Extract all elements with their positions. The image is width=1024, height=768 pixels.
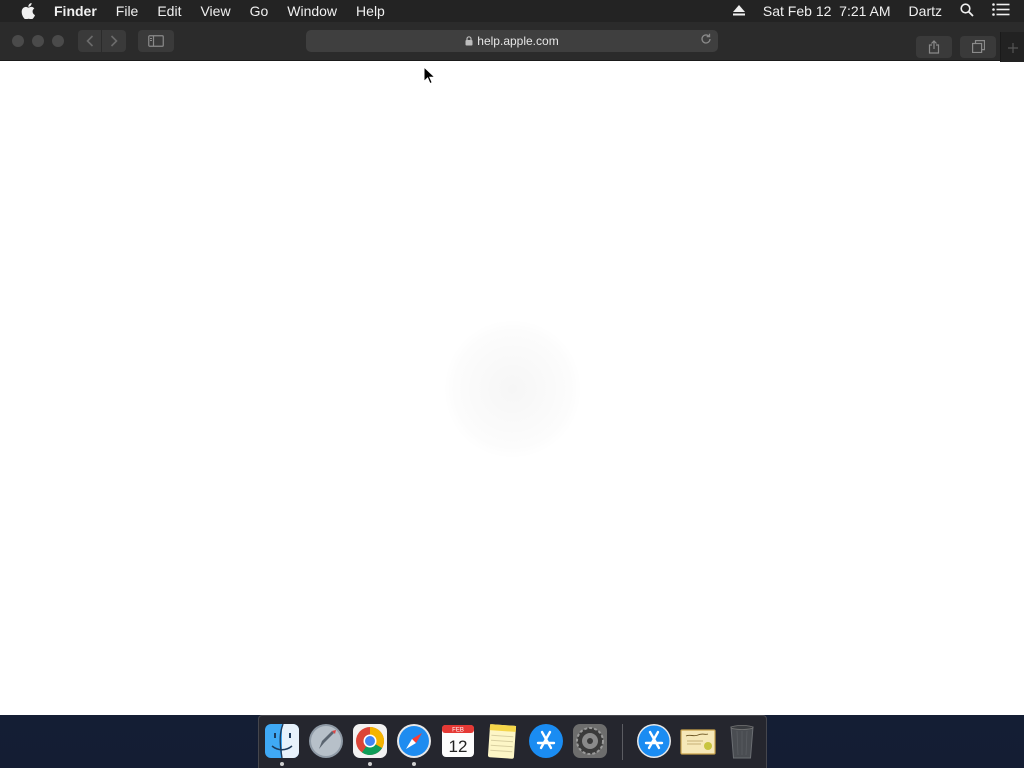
clock[interactable]: Sat Feb 12 7:21 AM — [763, 3, 891, 19]
calendar-day: 12 — [449, 737, 468, 756]
sidebar-icon — [148, 35, 164, 47]
menu-bar: Finder File Edit View Go Window Help Sat… — [0, 0, 1024, 22]
back-button[interactable] — [78, 30, 102, 52]
window-menu[interactable]: Window — [287, 3, 337, 19]
go-menu[interactable]: Go — [250, 3, 269, 19]
new-tab-button[interactable] — [1000, 32, 1024, 63]
dock: FEB 12 — [258, 715, 767, 768]
launchpad-icon — [309, 724, 343, 758]
dock-item-app-store-download[interactable] — [635, 722, 673, 760]
minimize-window-button[interactable] — [32, 35, 44, 47]
app-store-icon — [529, 724, 563, 758]
certificate-icon — [680, 729, 716, 755]
close-window-button[interactable] — [12, 35, 24, 47]
help-menu[interactable]: Help — [356, 3, 385, 19]
view-menu[interactable]: View — [200, 3, 230, 19]
menu-bar-extras: Sat Feb 12 7:21 AM Dartz — [715, 2, 1024, 20]
calendar-icon: FEB 12 — [442, 725, 474, 757]
dock-item-finder[interactable] — [263, 722, 301, 766]
tabs-overview-icon — [971, 40, 985, 53]
system-preferences-icon — [573, 724, 607, 758]
share-icon — [928, 39, 940, 54]
dock-item-trash[interactable] — [723, 722, 761, 760]
dock-separator — [622, 724, 623, 760]
notification-center-icon[interactable] — [992, 3, 1010, 19]
toolbar-right-group — [916, 30, 1024, 63]
file-menu[interactable]: File — [116, 3, 139, 19]
mouse-cursor-icon — [423, 65, 437, 90]
show-all-tabs-button[interactable] — [960, 35, 996, 58]
safari-window: help.apple.com — [0, 22, 1024, 715]
url-text: help.apple.com — [477, 34, 559, 48]
calendar-month: FEB — [452, 728, 464, 734]
zoom-window-button[interactable] — [52, 35, 64, 47]
chrome-icon — [353, 724, 387, 758]
window-controls — [12, 35, 72, 47]
dock-item-system-preferences[interactable] — [571, 722, 609, 760]
lock-icon — [465, 36, 473, 46]
running-indicator — [280, 762, 284, 766]
dock-item-app-store[interactable] — [527, 722, 565, 760]
share-button[interactable] — [916, 35, 952, 58]
dock-item-chrome[interactable] — [351, 722, 389, 766]
dock-item-notes[interactable] — [483, 722, 521, 760]
dock-item-certificate[interactable] — [679, 722, 717, 760]
trash-icon — [730, 725, 754, 759]
reload-icon[interactable] — [700, 33, 712, 48]
apple-menu-icon[interactable] — [17, 0, 39, 22]
edit-menu[interactable]: Edit — [157, 3, 181, 19]
app-store-stack-icon — [637, 724, 671, 758]
running-indicator — [368, 762, 372, 766]
show-sidebar-button[interactable] — [138, 30, 174, 52]
chevron-right-icon — [110, 35, 118, 47]
running-indicator — [412, 762, 416, 766]
app-name-menu[interactable]: Finder — [54, 3, 97, 19]
safari-icon — [397, 724, 431, 758]
address-bar[interactable]: help.apple.com — [306, 30, 718, 52]
finder-icon — [265, 723, 299, 759]
dock-item-launchpad[interactable] — [307, 722, 345, 760]
plus-icon — [1007, 42, 1018, 53]
dock-item-safari[interactable] — [395, 722, 433, 766]
user-name[interactable]: Dartz — [909, 3, 942, 19]
loading-indicator — [445, 319, 580, 459]
web-content[interactable] — [0, 62, 1024, 715]
spotlight-search-icon[interactable] — [960, 2, 974, 20]
navigation-buttons — [78, 30, 126, 52]
menu-bar-left: Finder File Edit View Go Window Help — [0, 0, 404, 22]
safari-toolbar: help.apple.com — [0, 22, 1024, 63]
notes-icon — [487, 724, 517, 759]
eject-icon[interactable] — [732, 3, 745, 19]
forward-button[interactable] — [102, 30, 126, 52]
dock-item-calendar[interactable]: FEB 12 — [439, 722, 477, 760]
chevron-left-icon — [85, 35, 93, 47]
